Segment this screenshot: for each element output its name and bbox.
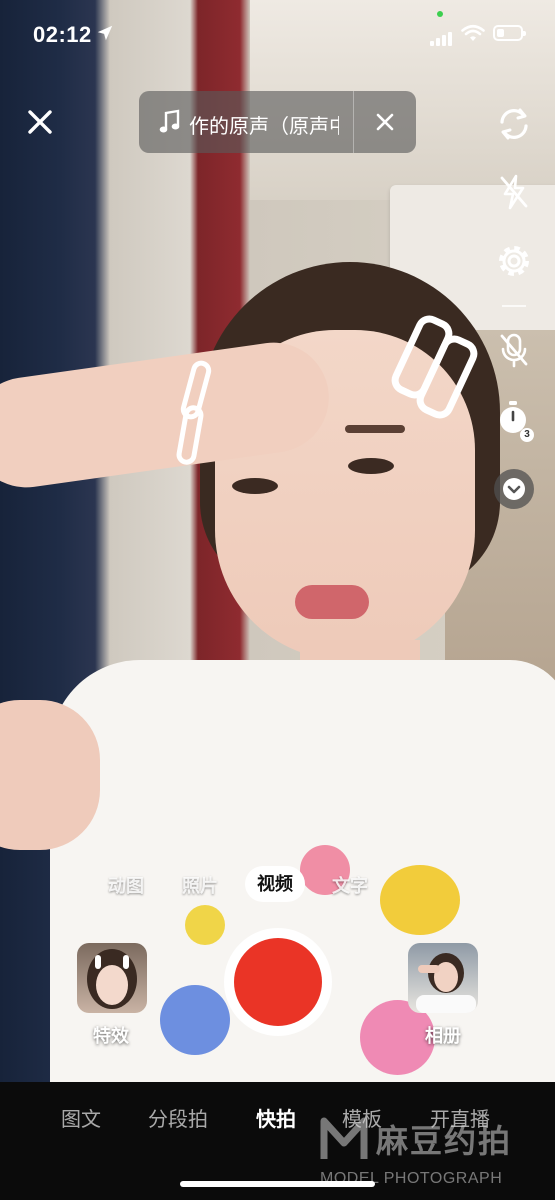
- music-pill-divider: [353, 91, 354, 153]
- location-arrow-icon: [97, 25, 113, 41]
- wifi-icon: [461, 24, 485, 41]
- nav-item-quick-shoot[interactable]: 快拍: [256, 1103, 296, 1132]
- cellular-signal-icon: [430, 28, 454, 46]
- battery-icon: [493, 25, 526, 41]
- mic-off-icon[interactable]: [494, 330, 534, 370]
- subject-arm-lower: [0, 700, 100, 850]
- subject-eye-right: [348, 458, 394, 474]
- record-button[interactable]: [224, 928, 332, 1036]
- capture-mode-selector: 动图 照片 视频 文字: [0, 866, 555, 902]
- flash-off-icon[interactable]: [494, 172, 534, 212]
- subject-brow-right: [345, 425, 405, 433]
- timer-badge: 3: [520, 428, 534, 442]
- mode-gif[interactable]: 动图: [108, 872, 144, 898]
- record-button-core: [234, 938, 322, 1026]
- shirt-print-star: [185, 905, 225, 945]
- close-icon[interactable]: [22, 104, 58, 140]
- subject-lips: [295, 585, 369, 619]
- nav-item-image-text[interactable]: 图文: [61, 1103, 101, 1132]
- status-bar: 02:12: [0, 0, 555, 70]
- status-time: 02:12: [33, 22, 92, 47]
- camera-in-use-indicator: [437, 11, 443, 17]
- music-title: 作的原声（原声中: [189, 116, 339, 138]
- music-note-icon: [159, 109, 180, 133]
- settings-gear-icon[interactable]: [494, 241, 534, 281]
- remove-music-icon[interactable]: [374, 111, 396, 133]
- mode-photo[interactable]: 照片: [182, 872, 218, 898]
- subject-eye-left: [232, 478, 278, 494]
- flip-camera-icon[interactable]: [494, 104, 534, 144]
- effects-label: 特效: [93, 1026, 129, 1046]
- camera-preview[interactable]: [0, 0, 555, 1082]
- album-button[interactable]: [408, 943, 478, 1013]
- more-tools-button[interactable]: [494, 469, 534, 509]
- mode-text[interactable]: 文字: [332, 872, 368, 898]
- toolbar-divider: [502, 305, 526, 307]
- home-indicator: [180, 1181, 375, 1187]
- selected-music-pill[interactable]: 作的原声（原声中: [139, 91, 416, 153]
- album-thumbnail: [416, 953, 476, 1013]
- watermark-logo-icon: [320, 1117, 368, 1159]
- chevron-down-icon: [503, 478, 525, 500]
- watermark-title: 麻豆约拍: [376, 1123, 513, 1159]
- effects-thumbnail: [87, 949, 137, 1009]
- album-label: 相册: [425, 1026, 461, 1046]
- mode-video[interactable]: 视频: [245, 866, 305, 902]
- nav-item-segment-shoot[interactable]: 分段拍: [148, 1103, 208, 1132]
- shirt-print-blue: [160, 985, 230, 1055]
- effects-button[interactable]: [77, 943, 147, 1013]
